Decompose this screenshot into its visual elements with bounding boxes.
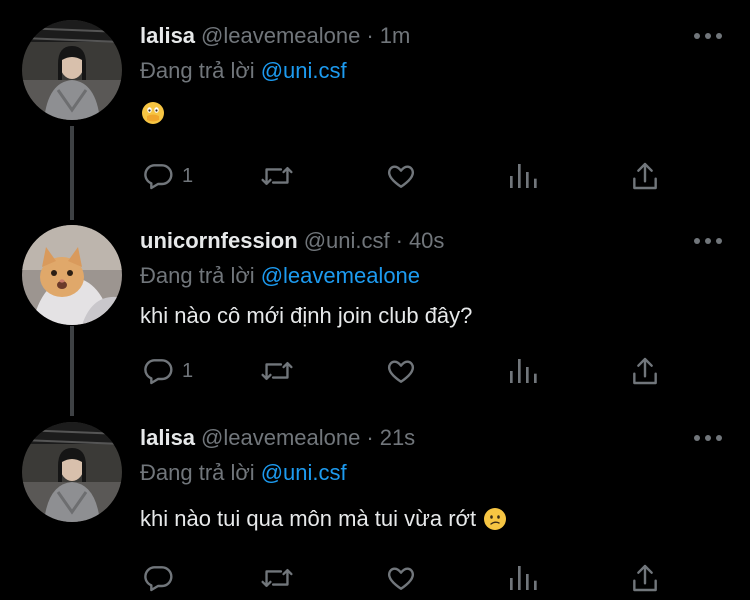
user-handle[interactable]: @uni.csf <box>304 225 390 257</box>
reply-button[interactable]: 1 <box>142 351 193 391</box>
analytics-button[interactable] <box>507 558 537 598</box>
hand-over-mouth-emoji <box>142 102 164 124</box>
analytics-icon <box>510 164 537 188</box>
tweet[interactable]: lalisa @leavemealone · 1m Đang trả lời @u… <box>0 0 750 196</box>
user-handle[interactable]: @leavemealone <box>201 422 360 454</box>
share-icon <box>633 357 657 385</box>
retweet-button[interactable] <box>260 351 294 391</box>
reply-count: 1 <box>182 164 194 187</box>
like-icon <box>387 360 415 383</box>
reply-button[interactable] <box>142 558 182 598</box>
display-name[interactable]: lalisa <box>140 20 195 52</box>
reply-icon <box>144 164 173 190</box>
tweet-text: khi nào cô mới định join club đây? <box>140 303 473 328</box>
like-button[interactable] <box>385 156 417 196</box>
reply-icon <box>144 359 173 385</box>
like-icon <box>387 165 415 188</box>
tweet-actions: 1 <box>140 156 680 196</box>
avatar[interactable] <box>22 20 122 120</box>
tweet-actions <box>140 558 680 598</box>
mention-link[interactable]: @uni.csf <box>261 460 347 485</box>
analytics-button[interactable] <box>507 351 537 391</box>
cat-avatar <box>22 225 122 325</box>
timestamp[interactable]: 21s <box>380 422 415 454</box>
tweet-actions: 1 <box>140 351 680 391</box>
retweet-icon <box>261 361 293 381</box>
replying-to: Đang trả lời @uni.csf <box>140 460 347 485</box>
more-icon[interactable] <box>694 428 722 448</box>
share-icon <box>633 564 657 592</box>
analytics-button[interactable] <box>507 156 537 196</box>
retweet-icon <box>261 166 293 186</box>
display-name[interactable]: unicornfession <box>140 225 298 257</box>
reply-button[interactable]: 1 <box>142 156 193 196</box>
replying-to: Đang trả lời @uni.csf <box>140 58 347 83</box>
timestamp[interactable]: 1m <box>380 20 411 52</box>
share-icon <box>633 162 657 190</box>
more-icon[interactable] <box>694 26 722 46</box>
share-button[interactable] <box>630 351 660 391</box>
like-button[interactable] <box>385 558 417 598</box>
retweet-icon <box>261 568 293 588</box>
tweet[interactable]: unicornfession @uni.csf · 40s Đang trả l… <box>0 205 750 401</box>
share-button[interactable] <box>630 156 660 196</box>
tweet[interactable]: lalisa @leavemealone · 21s Đang trả lời @… <box>0 402 750 598</box>
avatar[interactable] <box>22 225 122 325</box>
more-icon[interactable] <box>694 231 722 251</box>
like-icon <box>387 567 415 590</box>
like-button[interactable] <box>385 351 417 391</box>
reply-count: 1 <box>182 359 194 382</box>
mention-link[interactable]: @leavemealone <box>261 263 420 288</box>
confused-face-emoji <box>484 508 507 530</box>
user-handle[interactable]: @leavemealone <box>201 20 360 52</box>
display-name[interactable]: lalisa <box>140 422 195 454</box>
retweet-button[interactable] <box>260 558 294 598</box>
tweet-text <box>140 102 164 124</box>
timestamp[interactable]: 40s <box>409 225 444 257</box>
avatar[interactable] <box>22 422 122 522</box>
analytics-icon <box>510 566 537 590</box>
replying-to: Đang trả lời @leavemealone <box>140 263 421 288</box>
reply-icon <box>144 566 173 592</box>
tweet-text: khi nào tui qua môn mà tui vừa rớt <box>140 504 507 534</box>
retweet-button[interactable] <box>260 156 294 196</box>
analytics-icon <box>510 359 537 383</box>
mention-link[interactable]: @uni.csf <box>261 58 347 83</box>
share-button[interactable] <box>630 558 660 598</box>
girl-hoodie-avatar <box>22 20 122 120</box>
girl-hoodie-avatar <box>22 422 122 522</box>
